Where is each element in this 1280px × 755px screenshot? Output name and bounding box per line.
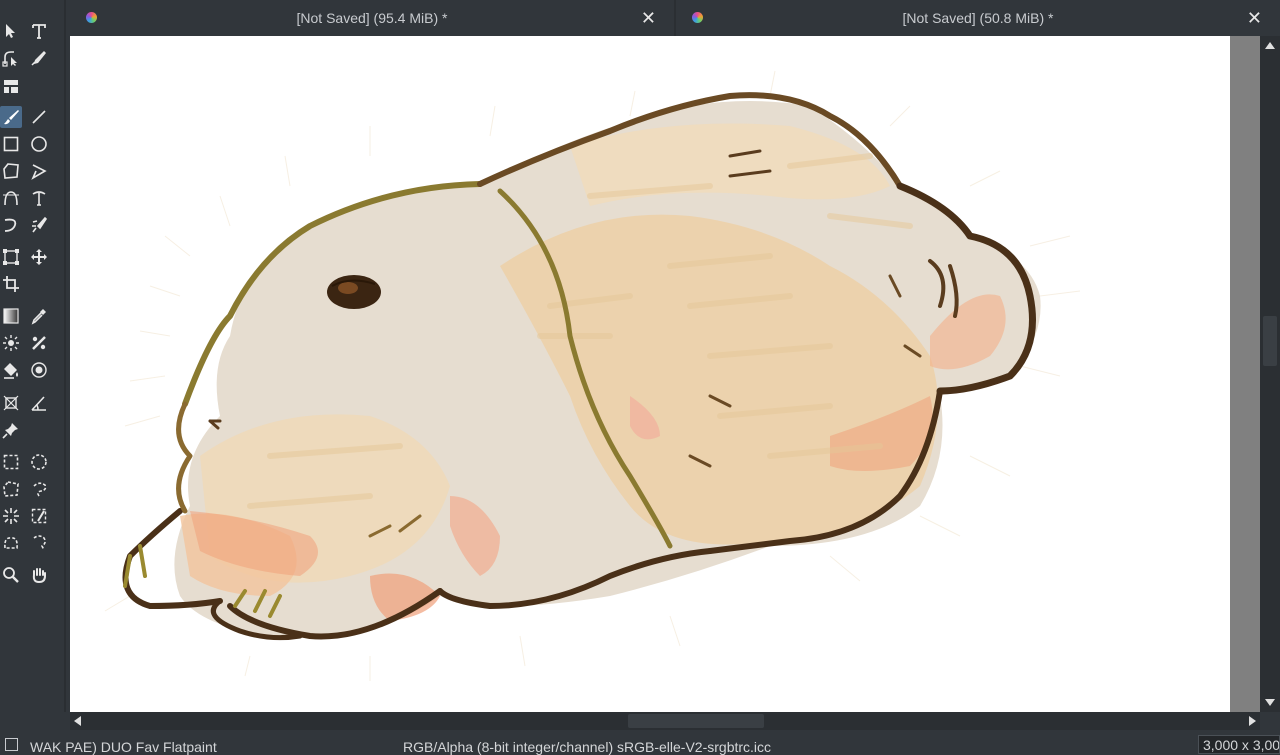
text-tool[interactable] <box>28 20 50 42</box>
line-tool[interactable] <box>28 106 50 128</box>
scroll-thumb[interactable] <box>1263 316 1277 366</box>
enclose-fill-icon <box>32 336 46 350</box>
color-picker-tool[interactable] <box>28 305 50 327</box>
calligraphy-tool[interactable] <box>28 47 50 69</box>
elliptical-selection-tool[interactable] <box>28 451 50 473</box>
crop-tool[interactable] <box>0 273 22 295</box>
polygon-icon <box>3 163 19 179</box>
select-shapes-tool[interactable] <box>0 20 22 42</box>
rectangle-icon <box>3 136 19 152</box>
dynamic-brush-tool[interactable] <box>0 214 22 236</box>
text-icon <box>32 24 46 39</box>
line-icon <box>32 110 46 124</box>
freehand-brush-tool[interactable] <box>0 106 22 128</box>
tab-title: [Not Saved] (50.8 MiB) * <box>902 10 1054 26</box>
freehand-path-tool[interactable] <box>28 187 50 209</box>
horizontal-scrollbar[interactable] <box>70 712 1260 730</box>
magic-wand-icon <box>3 508 19 524</box>
multibrush-tool[interactable] <box>28 214 50 236</box>
rectangular-selection-tool[interactable] <box>0 451 22 473</box>
contiguous-selection-tool[interactable] <box>0 505 22 527</box>
brush-preset-icon[interactable] <box>5 738 18 751</box>
vertical-scrollbar[interactable] <box>1260 36 1280 712</box>
lasso-select-icon <box>33 482 47 497</box>
document-tab-1[interactable]: [Not Saved] (95.4 MiB) * ✕ <box>70 0 674 36</box>
bunny-painting <box>104 70 1081 681</box>
freehand-path-icon <box>32 191 46 206</box>
freehand-selection-tool[interactable] <box>28 478 50 500</box>
tab-title: [Not Saved] (95.4 MiB) * <box>296 10 448 26</box>
edit-shapes-tool[interactable] <box>0 47 22 69</box>
scroll-left-icon[interactable] <box>74 716 81 726</box>
smart-patch-icon <box>3 335 19 351</box>
gradient-tool[interactable] <box>0 305 22 327</box>
transform-icon <box>3 249 19 265</box>
measure-tool[interactable] <box>28 392 50 414</box>
scroll-up-icon[interactable] <box>1265 42 1275 49</box>
scroll-down-icon[interactable] <box>1265 699 1275 706</box>
perspective-tool[interactable] <box>0 392 22 414</box>
eyedropper-icon <box>31 309 46 325</box>
paintbrush-icon <box>4 110 19 125</box>
gradient-icon <box>3 308 19 324</box>
angle-icon <box>31 396 46 411</box>
toolbox-splitter[interactable] <box>64 0 66 712</box>
image-dimensions[interactable]: 3,000 x 3,000 <box>1198 735 1280 754</box>
zoom-tool[interactable] <box>0 564 22 586</box>
edit-shapes-icon <box>2 51 17 67</box>
similar-selection-tool[interactable] <box>28 505 50 527</box>
dynamic-brush-icon <box>4 218 17 232</box>
ellipse-tool[interactable] <box>28 133 50 155</box>
assistant-grid-tool[interactable] <box>28 359 50 381</box>
polyline-icon <box>31 164 47 180</box>
polyline-tool[interactable] <box>28 160 50 182</box>
multibrush-icon <box>32 216 48 233</box>
assistant-tool[interactable] <box>0 75 22 97</box>
move-tool[interactable] <box>28 246 50 268</box>
brush-preset-name[interactable]: WAK PAE) DUO Fav Flatpaint <box>30 739 217 755</box>
crop-icon <box>3 276 19 292</box>
bezier-selection-tool[interactable] <box>0 532 22 554</box>
paint-bucket-icon <box>4 363 18 379</box>
fill-tool[interactable] <box>0 359 22 381</box>
polygon-tool[interactable] <box>0 160 22 182</box>
close-icon[interactable]: ✕ <box>641 8 656 28</box>
hand-icon <box>32 568 46 584</box>
target-icon <box>31 362 47 378</box>
canvas[interactable] <box>70 36 1230 712</box>
toolbox <box>0 0 66 712</box>
bezier-icon <box>3 191 19 206</box>
magnetic-select-icon <box>33 535 46 551</box>
pin-icon <box>2 423 18 439</box>
calligraphy-pen-icon <box>31 51 46 66</box>
ellipse-select-icon <box>31 454 47 470</box>
assistant-icon <box>4 80 18 93</box>
arrow-cursor-icon <box>6 24 15 38</box>
close-icon[interactable]: ✕ <box>1247 8 1262 28</box>
smart-patch-tool[interactable] <box>0 332 22 354</box>
pan-tool[interactable] <box>28 564 50 586</box>
magnetic-selection-tool[interactable] <box>28 532 50 554</box>
polygonal-selection-tool[interactable] <box>0 478 22 500</box>
perspective-icon <box>3 395 19 411</box>
canvas-right-margin <box>1230 36 1260 712</box>
rect-select-icon <box>3 454 19 470</box>
rectangle-tool[interactable] <box>0 133 22 155</box>
document-tab-2[interactable]: [Not Saved] (50.8 MiB) * ✕ <box>676 0 1280 36</box>
bezier-select-icon <box>4 537 18 549</box>
similar-select-icon <box>31 508 47 524</box>
reference-tool[interactable] <box>0 419 22 441</box>
scroll-thumb[interactable] <box>628 714 764 728</box>
colorspace-info[interactable]: RGB/Alpha (8-bit integer/channel) sRGB-e… <box>403 739 771 755</box>
magnifier-icon <box>3 567 19 583</box>
bezier-curve-tool[interactable] <box>0 187 22 209</box>
document-tab-bar: [Not Saved] (95.4 MiB) * ✕ [Not Saved] (… <box>70 0 1280 36</box>
transform-tool[interactable] <box>0 246 22 268</box>
ellipse-icon <box>31 136 47 152</box>
enclose-fill-tool[interactable] <box>28 332 50 354</box>
polygon-select-icon <box>3 481 19 497</box>
move-icon <box>31 249 47 265</box>
status-bar: WAK PAE) DUO Fav Flatpaint RGB/Alpha (8-… <box>0 730 1280 755</box>
scroll-right-icon[interactable] <box>1249 716 1256 726</box>
